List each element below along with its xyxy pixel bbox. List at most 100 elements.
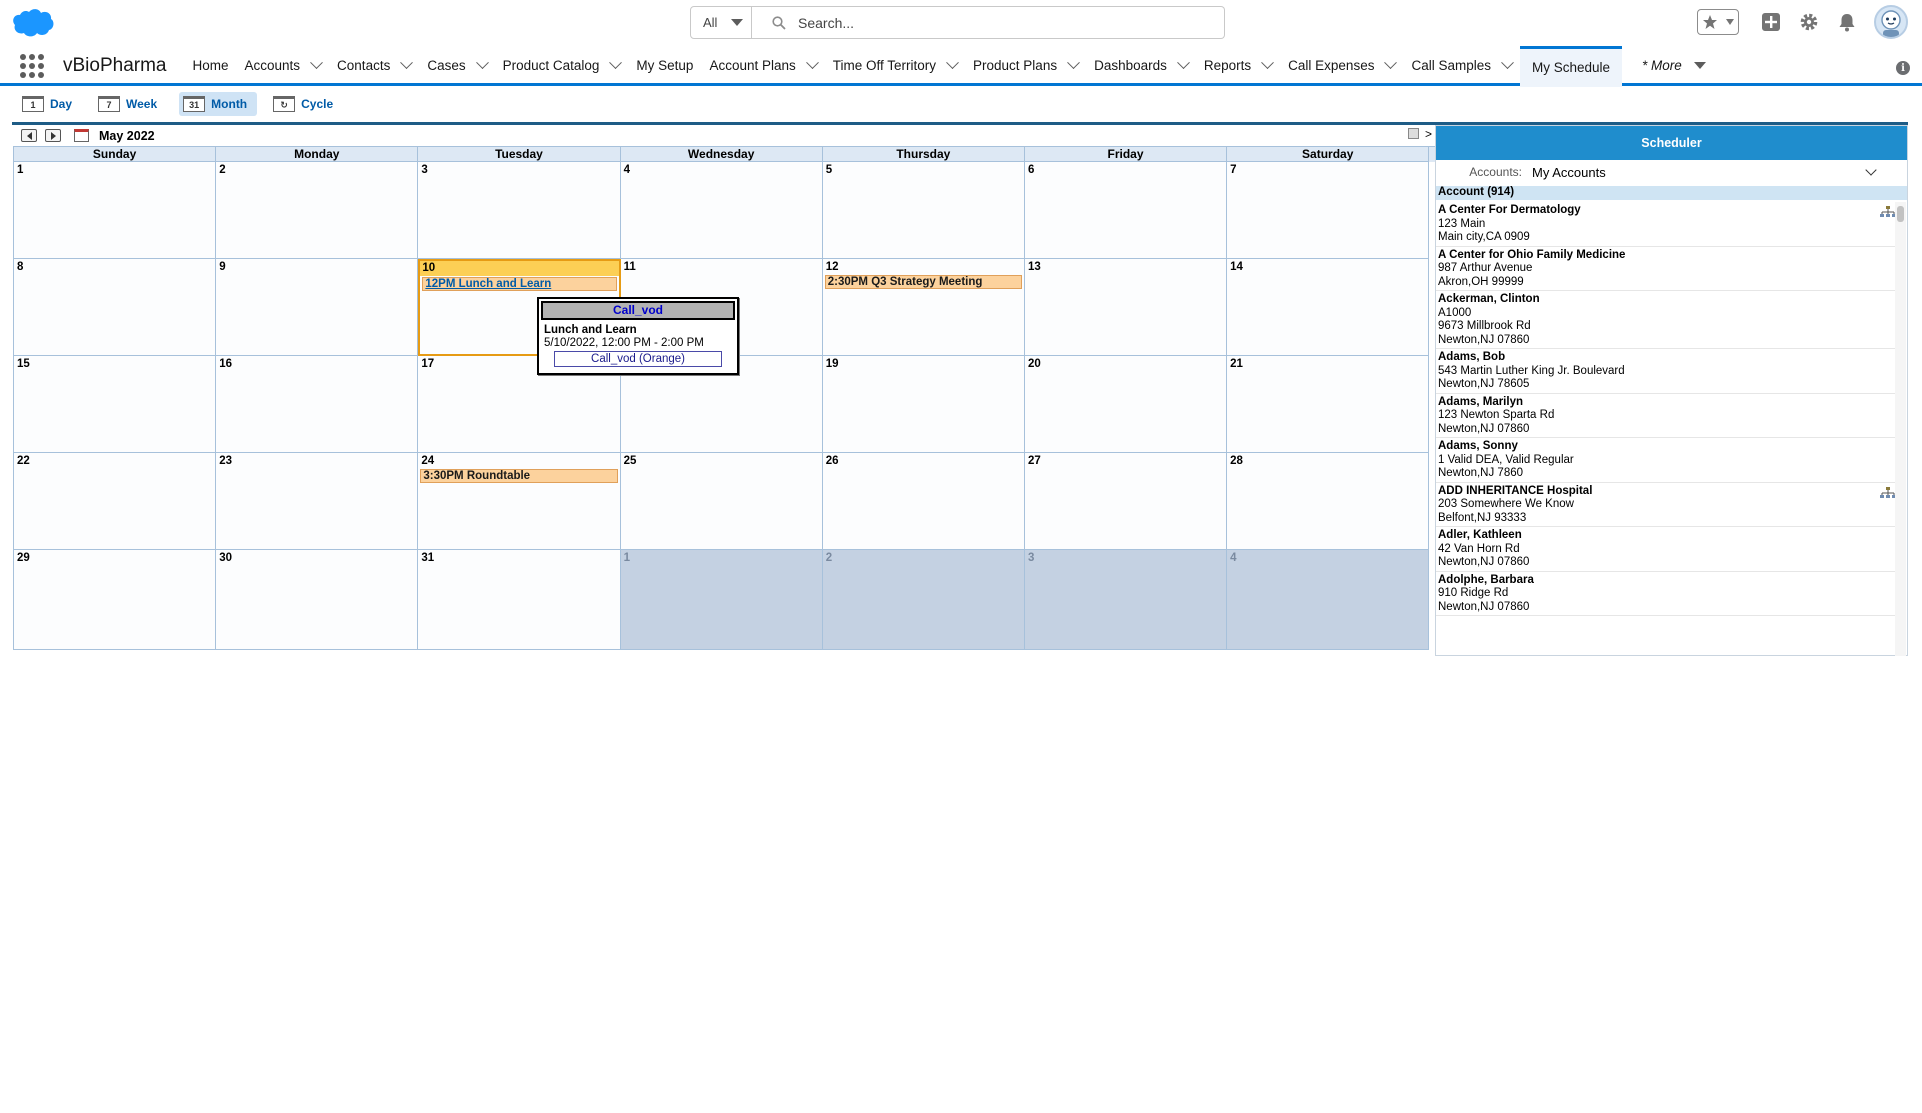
day-cell[interactable]: 19 <box>822 356 1025 453</box>
nav-item-my-setup[interactable]: My Setup <box>628 47 701 85</box>
day-cell[interactable]: 23 <box>216 453 419 550</box>
day-number[interactable]: 6 <box>1025 162 1226 177</box>
day-number[interactable]: 4 <box>1227 550 1428 565</box>
nav-item-product-catalog[interactable]: Product Catalog <box>495 47 629 85</box>
day-number[interactable]: 15 <box>14 356 215 371</box>
account-name[interactable]: Adams, Marilyn <box>1438 396 1894 410</box>
day-cell[interactable]: 12 2:30PM Q3 Strategy Meeting <box>822 259 1025 356</box>
info-icon[interactable]: i <box>1896 61 1910 75</box>
day-number[interactable]: 2 <box>216 162 417 177</box>
chevron-down-icon[interactable] <box>946 56 959 70</box>
chevron-down-icon[interactable] <box>1067 56 1080 70</box>
nav-item-account-plans[interactable]: Account Plans <box>701 47 824 85</box>
global-actions-button[interactable] <box>1760 11 1782 33</box>
view-button-week[interactable]: 7 Week <box>94 92 167 116</box>
day-cell[interactable]: 29 <box>14 550 217 650</box>
day-cell[interactable]: 25 <box>620 453 823 550</box>
account-name[interactable]: Ackerman, Clinton <box>1438 293 1894 307</box>
day-number[interactable]: 22 <box>14 453 215 468</box>
chevron-down-icon[interactable] <box>1177 56 1190 70</box>
day-number[interactable]: 9 <box>216 259 417 274</box>
day-number[interactable]: 2 <box>823 550 1024 565</box>
day-number[interactable]: 14 <box>1227 259 1428 274</box>
day-cell[interactable]: 3 <box>1024 550 1228 650</box>
app-launcher-icon[interactable] <box>20 53 44 78</box>
day-number[interactable]: 4 <box>621 162 822 177</box>
account-name[interactable]: Adams, Bob <box>1438 351 1894 365</box>
day-number[interactable]: 28 <box>1227 453 1428 468</box>
day-cell[interactable]: 22 <box>14 453 217 550</box>
day-number[interactable]: 11 <box>621 259 822 274</box>
day-cell[interactable]: 4 <box>620 162 823 259</box>
day-cell[interactable]: 24 3:30PM Roundtable <box>418 453 621 550</box>
nav-item-dashboards[interactable]: Dashboards <box>1086 47 1196 85</box>
chevron-down-icon[interactable] <box>609 56 623 70</box>
account-list-item[interactable]: Ackerman, Clinton A1000 9673 Millbrook Rd N… <box>1436 291 1896 349</box>
chevron-down-icon[interactable] <box>805 56 819 70</box>
day-cell[interactable]: 27 <box>1024 453 1228 550</box>
day-number[interactable]: 21 <box>1227 356 1428 371</box>
day-cell[interactable]: 26 <box>822 453 1025 550</box>
favorites-button[interactable] <box>1697 9 1739 35</box>
nav-item-reports[interactable]: Reports <box>1196 47 1280 85</box>
account-list-item[interactable]: Adolphe, Barbara 910 Ridge Rd Newton,NJ 07… <box>1436 572 1896 616</box>
account-list-item[interactable]: A Center for Ohio Family Medicine 987 Art… <box>1436 247 1896 291</box>
star-icon[interactable] <box>1702 14 1718 30</box>
day-cell[interactable]: 5 <box>822 162 1025 259</box>
nav-item-call-expenses[interactable]: Call Expenses <box>1280 47 1403 85</box>
day-number[interactable]: 7 <box>1227 162 1428 177</box>
print-icon[interactable] <box>1408 128 1419 139</box>
day-cell[interactable]: 31 <box>418 550 621 650</box>
day-number[interactable]: 10 <box>420 261 619 276</box>
day-number[interactable]: 19 <box>823 356 1024 371</box>
day-number[interactable]: 20 <box>1025 356 1226 371</box>
day-number[interactable]: 1 <box>621 550 822 565</box>
day-number[interactable]: 25 <box>621 453 822 468</box>
account-hierarchy-icon[interactable] <box>1880 206 1896 218</box>
nav-item-cases[interactable]: Cases <box>419 47 494 85</box>
search-scope-dropdown[interactable]: All <box>690 6 752 39</box>
previous-month-button[interactable] <box>21 129 37 142</box>
view-button-month[interactable]: 31 Month <box>179 92 258 116</box>
account-name[interactable]: Adler, Kathleen <box>1438 529 1894 543</box>
day-cell[interactable]: 16 <box>216 356 419 453</box>
popup-record-type-button[interactable]: Call_vod (Orange) <box>554 351 722 367</box>
next-month-button[interactable] <box>45 129 61 142</box>
day-cell[interactable]: 30 <box>216 550 419 650</box>
day-number[interactable]: 3 <box>418 162 619 177</box>
day-number[interactable]: 23 <box>216 453 417 468</box>
favorites-dropdown-icon[interactable] <box>1725 18 1735 26</box>
calendar-picker-icon[interactable] <box>74 129 89 142</box>
account-list-item[interactable]: ADD INHERITANCE Hospital 203 Somewhere We… <box>1436 483 1896 527</box>
search-box[interactable] <box>752 6 1225 39</box>
day-number[interactable]: 1 <box>14 162 215 177</box>
nav-item-home[interactable]: Home <box>185 47 237 85</box>
calendar-event[interactable]: 3:30PM Roundtable <box>420 469 618 483</box>
day-number[interactable]: 26 <box>823 453 1024 468</box>
day-cell[interactable]: 21 <box>1227 356 1430 453</box>
day-cell[interactable]: 8 <box>14 259 217 356</box>
account-list-item[interactable]: Adams, Marilyn 123 Newton Sparta Rd Newton… <box>1436 394 1896 438</box>
chevron-down-icon[interactable] <box>310 56 323 70</box>
day-cell[interactable]: 15 <box>14 356 217 453</box>
day-number[interactable]: 13 <box>1025 259 1226 274</box>
calendar-event[interactable]: 12PM Lunch and Learn <box>422 277 617 291</box>
expand-scheduler-button[interactable]: > <box>1425 127 1432 141</box>
user-avatar[interactable] <box>1874 5 1908 39</box>
day-number[interactable]: 31 <box>418 550 619 565</box>
day-cell[interactable]: 1 <box>620 550 823 650</box>
nav-item-contacts[interactable]: Contacts <box>329 47 419 85</box>
account-list-scrollbar[interactable] <box>1895 202 1906 656</box>
chevron-down-icon[interactable] <box>1384 56 1398 70</box>
account-list-item[interactable]: Adler, Kathleen 42 Van Horn Rd Newton,NJ 0… <box>1436 527 1896 572</box>
chevron-down-icon[interactable] <box>400 56 414 70</box>
day-number[interactable]: 24 <box>418 453 619 468</box>
salesforce-logo[interactable] <box>12 8 54 38</box>
account-name[interactable]: A Center for Ohio Family Medicine <box>1438 249 1894 263</box>
day-number[interactable]: 30 <box>216 550 417 565</box>
account-name[interactable]: ADD INHERITANCE Hospital <box>1438 485 1894 499</box>
nav-item-accounts[interactable]: Accounts <box>237 47 330 85</box>
day-number[interactable]: 27 <box>1025 453 1226 468</box>
account-hierarchy-icon[interactable] <box>1880 486 1896 499</box>
day-cell[interactable]: 28 <box>1227 453 1430 550</box>
